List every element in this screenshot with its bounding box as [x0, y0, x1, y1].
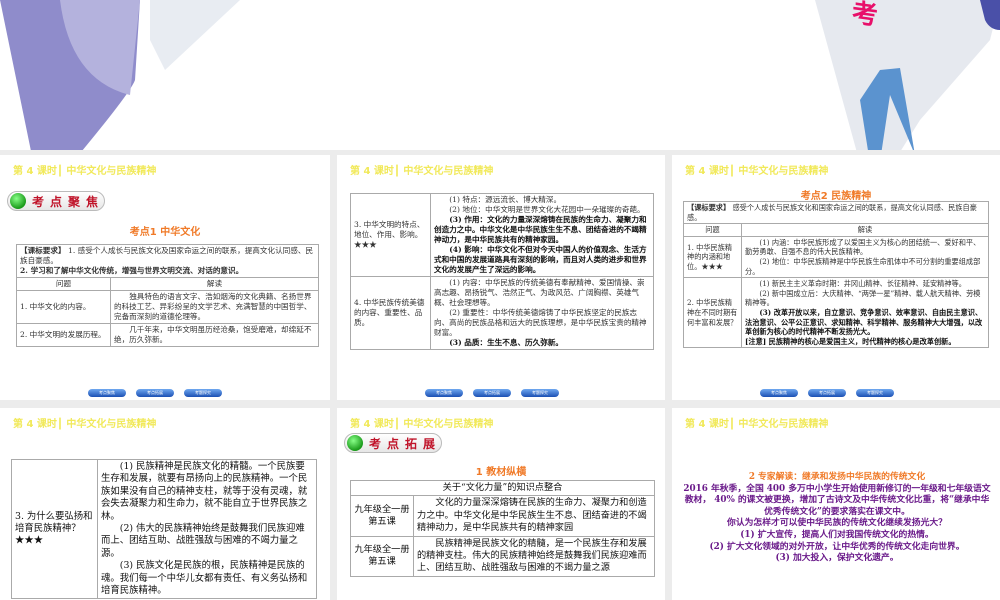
lesson-title: 第 4 课时┃ 中华文化与民族精神	[350, 419, 494, 430]
answer-line: (1) 内涵：中华民族形成了以爱国主义为核心的团结统一、爱好和平、勤劳勇敢、自强…	[745, 237, 981, 257]
content-table: 【课标要求】 1. 感受个人成长与民族文化及国家命运之间的联系，提高文化认同感、…	[16, 244, 319, 347]
answer-line: (3) 改革开放以来，自立意识、竞争意识、效率意识、自由民主意识、法治意识、公平…	[745, 307, 983, 337]
slide-3[interactable]: 第 4 课时┃ 中华文化与民族精神 考点2 民族精神 【课标要求】 感受个人成长…	[672, 155, 1000, 400]
row-answer: (1) 内涵：中华民族形成了以爱国主义为核心的团结统一、爱好和平、勤劳勇敢、自强…	[741, 235, 989, 279]
answer-line: (3) 品质：生生不息、历久弥新。	[449, 338, 564, 347]
content-table: 【课标要求】 感受个人成长与民族文化和国家命运之间的联系，提高文化认同感、民族自…	[683, 200, 989, 349]
row-question: 4. 中华民族传统美德的内容、重要性、品质。	[350, 276, 431, 350]
row-question: 1. 中华民族精神的内涵和地位。★★★	[683, 235, 742, 279]
row-answer: 独具特色的语言文字、浩如烟海的文化典籍、名扬世界的科技工艺、异彩纷呈的文学艺术、…	[110, 290, 319, 324]
nav-button[interactable]: 考点拓展	[473, 389, 511, 397]
row-answer: 文化的力量深深熔铸在民族的生命力、凝聚力和创造力之中。中华文化是中华民族生生不息…	[413, 495, 655, 537]
col-question: 问题	[16, 277, 111, 291]
answer-line: (2) 伟大的民族精神始终是鼓舞我们民族迎难而上、团结互助、战胜强敌与困难的不竭…	[101, 523, 305, 559]
row-question: 2. 中华文明的发展历程。	[16, 323, 111, 347]
col-answer: 解读	[110, 277, 319, 291]
nav-button[interactable]: 考点聚焦	[425, 389, 463, 397]
answer-line: (1) 特点：源远流长、博大精深。	[449, 195, 562, 204]
nav-button[interactable]: 考点聚焦	[88, 389, 126, 397]
badge-label: 考点拓展	[369, 436, 442, 451]
section-badge: 考点聚焦	[7, 191, 105, 211]
req-label: 【课标要求】	[687, 203, 731, 212]
lesson-title: 第 4 课时┃ 中华文化与民族精神	[13, 166, 157, 177]
answer-line: (1) 民族精神是民族文化的精髓。一个民族要生存和发展，就要有昂扬向上的民族精神…	[101, 461, 308, 522]
slide-4[interactable]: 第 4 课时┃ 中华文化与民族精神 3. 为什么要弘扬和培育民族精神？★★★ (…	[0, 408, 330, 600]
lesson-title: 第 4 课时┃ 中华文化与民族精神	[350, 166, 494, 177]
answer-line: (1) 新民主主义革命时期：井冈山精神、长征精神、延安精神等。	[759, 279, 966, 289]
answer-line: (2) 新中国成立后：大庆精神、“两弹一星”精神、载人航天精神、劳模精神等。	[745, 288, 981, 308]
answer: (3) 加大投入，保护文化遗产。	[775, 553, 899, 564]
green-ball-icon	[347, 435, 363, 451]
row-answer: (1) 内容：中华民族的传统美德有奉献精神、爱国情操、崇高志趣、昂扬锐气、浩然正…	[430, 276, 654, 350]
expert-commentary: 2 专家解读：继承和发扬中华民族的传统文化 2016 年秋季，全国 400 多万…	[682, 472, 992, 565]
row-question: 3. 中华文明的特点、地位、作用、影响。★★★	[350, 193, 431, 277]
answer-line: (1) 内容：中华民族的传统美德有奉献精神、爱国情操、崇高志趣、昂扬锐气、浩然正…	[434, 278, 645, 307]
question: 你认为怎样才可以使中华民族的传统文化继续发扬光大？	[727, 518, 947, 529]
row-answer: (1) 特点：源远流长、博大精深。 (2) 地位：中华文明是世界文化大花园中一朵璀…	[430, 193, 654, 277]
subtitle: 考点1 中华文化	[129, 227, 201, 238]
row-question: 3. 为什么要弘扬和培育民族精神？★★★	[11, 458, 98, 600]
col-answer: 解读	[741, 223, 989, 237]
title-slide[interactable]: 考	[0, 0, 1000, 150]
req-2: 2. 学习和了解中华文化传统，增强与世界文明交流、对话的意识。	[20, 266, 244, 275]
row-question: 九年级全一册第五课	[350, 495, 414, 537]
answer: (1) 扩大宣传，提高人们对我国传统文化的热情。	[740, 529, 934, 540]
subtitle: 考点2 民族精神	[800, 191, 872, 202]
section-badge: 考点拓展	[344, 433, 442, 453]
slide-1[interactable]: 第 4 课时┃ 中华文化与民族精神 考点聚焦 考点1 中华文化 【课标要求】 1…	[0, 155, 330, 400]
subtitle: 1 教材纵横	[475, 467, 527, 478]
row-answer: (1) 新民主主义革命时期：井冈山精神、长征精神、延安精神等。 (2) 新中国成立…	[741, 277, 989, 349]
row-question: 2. 中华民族精神在不同时期有何丰富和发展？	[683, 277, 742, 349]
answer: (2) 扩大文化领域的对外开放，让中华优秀的传统文化走向世界。	[709, 541, 965, 552]
answer-line: (3) 作用：文化的力量深深熔铸在民族的生命力、凝聚力和创造力之中。中华文化是中…	[434, 215, 647, 244]
answer-line: (2) 地位：中华文明是世界文化大花园中一朵璀璨的奇葩。	[449, 205, 645, 214]
table-title: 关于“文化力量”的知识点整合	[350, 479, 655, 497]
row-answer: 民族精神是民族文化的精髓，是一个民族生存和发展的精神支柱。伟大的民族精神始终是鼓…	[413, 535, 655, 577]
nav-button[interactable]: 考题探究	[184, 389, 222, 397]
slide-6[interactable]: 第 4 课时┃ 中华文化与民族精神 2 专家解读：继承和发扬中华民族的传统文化 …	[672, 408, 1000, 600]
nav-buttons: 考点聚焦 考点拓展 考题探究	[425, 389, 559, 397]
paragraph: 2016 年秋季，全国 400 多万中小学生开始使用新修订的一年级和七年级语文教…	[683, 483, 991, 517]
content-table: 关于“文化力量”的知识点整合 九年级全一册第五课 文化的力量深深熔铸在民族的生命力…	[350, 479, 655, 577]
answer-line: (2) 重要性：中华传统美德熔铸了中华民族坚定的民族志向、高尚的民族品格和远大的…	[434, 308, 647, 337]
answer-line: (4) 影响：中华文化不但对今天中国人的价值观念、生活方式和中国的发展道路具有深…	[434, 245, 647, 274]
answer-line: (3) 民族文化是民族的根，民族精神是民族的魂。我们每一个中华儿女都有责任、有义…	[101, 560, 308, 597]
decorative-graphics	[0, 0, 1000, 150]
row-question: 九年级全一册第五课	[350, 535, 414, 577]
nav-button[interactable]: 考点拓展	[136, 389, 174, 397]
lesson-title: 第 4 课时┃ 中华文化与民族精神	[685, 166, 829, 177]
note-line: [注意] 民族精神的核心是爱国主义，时代精神的核心是改革创新。	[745, 336, 956, 346]
nav-buttons: 考点聚焦 考点拓展 考题探究	[760, 389, 894, 397]
req-text: 感受个人成长与民族文化和国家命运之间的联系，提高文化认同感、民族自豪感。	[687, 203, 977, 222]
slide-2[interactable]: 第 4 课时┃ 中华文化与民族精神 3. 中华文明的特点、地位、作用、影响。★★…	[337, 155, 665, 400]
lesson-title: 第 4 课时┃ 中华文化与民族精神	[685, 419, 829, 430]
nav-button[interactable]: 考点拓展	[808, 389, 846, 397]
row-answer: 几千年来，中华文明虽历经沧桑，饱受磨难，却绵延不绝，历久弥新。	[110, 323, 319, 347]
content-table: 3. 为什么要弘扬和培育民族精神？★★★ (1) 民族精神是民族文化的精髓。一个…	[11, 458, 317, 600]
row-question: 1. 中华文化的内容。	[16, 290, 111, 324]
nav-button[interactable]: 考题探究	[856, 389, 894, 397]
content-table: 3. 中华文明的特点、地位、作用、影响。★★★ (1) 特点：源远流长、博大精深…	[350, 193, 654, 350]
nav-buttons: 考点聚焦 考点拓展 考题探究	[88, 389, 222, 397]
green-ball-icon	[10, 193, 26, 209]
col-question: 问题	[683, 223, 742, 237]
nav-button[interactable]: 考点聚焦	[760, 389, 798, 397]
badge-label: 考点聚焦	[32, 194, 105, 209]
slide-5[interactable]: 第 4 课时┃ 中华文化与民族精神 考点拓展 1 教材纵横 关于“文化力量”的知…	[337, 408, 665, 600]
heading: 2 专家解读：继承和发扬中华民族的传统文化	[748, 472, 926, 482]
answer-line: (2) 地位：中华民族精神是中华民族生命肌体中不可分割的重要组成部分。	[745, 256, 981, 276]
lesson-title: 第 4 课时┃ 中华文化与民族精神	[13, 419, 157, 430]
decor-text: 考	[852, 0, 879, 32]
row-answer: (1) 民族精神是民族文化的精髓。一个民族要生存和发展，就要有昂扬向上的民族精神…	[97, 458, 317, 600]
nav-button[interactable]: 考题探究	[521, 389, 559, 397]
req-label: 【课标要求】	[20, 246, 66, 255]
